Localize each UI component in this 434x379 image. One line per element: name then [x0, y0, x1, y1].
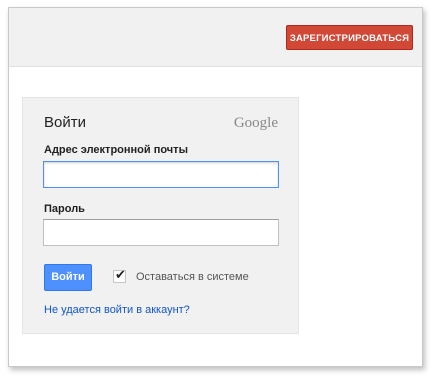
- checkmark-icon: ✔: [115, 267, 126, 282]
- signin-button[interactable]: Войти: [44, 264, 92, 291]
- page-frame: ЗАРЕГИСТРИРОВАТЬСЯ Войти Google Адрес эл…: [8, 7, 423, 367]
- google-logo: Google: [233, 115, 278, 131]
- top-bar: ЗАРЕГИСТРИРОВАТЬСЯ: [9, 8, 422, 67]
- stay-signed-in-checkbox[interactable]: ✔: [113, 267, 126, 283]
- password-field[interactable]: [43, 219, 279, 246]
- email-label: Адрес электронной почты: [44, 144, 188, 156]
- password-label: Пароль: [44, 203, 85, 215]
- login-box: Войти Google Адрес электронной почты Пар…: [22, 97, 299, 334]
- stay-signed-in-label: Оставаться в системе: [136, 271, 249, 283]
- cant-sign-in-link[interactable]: Не удается войти в аккаунт?: [44, 304, 190, 316]
- login-title: Войти: [44, 114, 86, 131]
- email-field[interactable]: [43, 161, 279, 188]
- signup-button[interactable]: ЗАРЕГИСТРИРОВАТЬСЯ: [286, 25, 413, 50]
